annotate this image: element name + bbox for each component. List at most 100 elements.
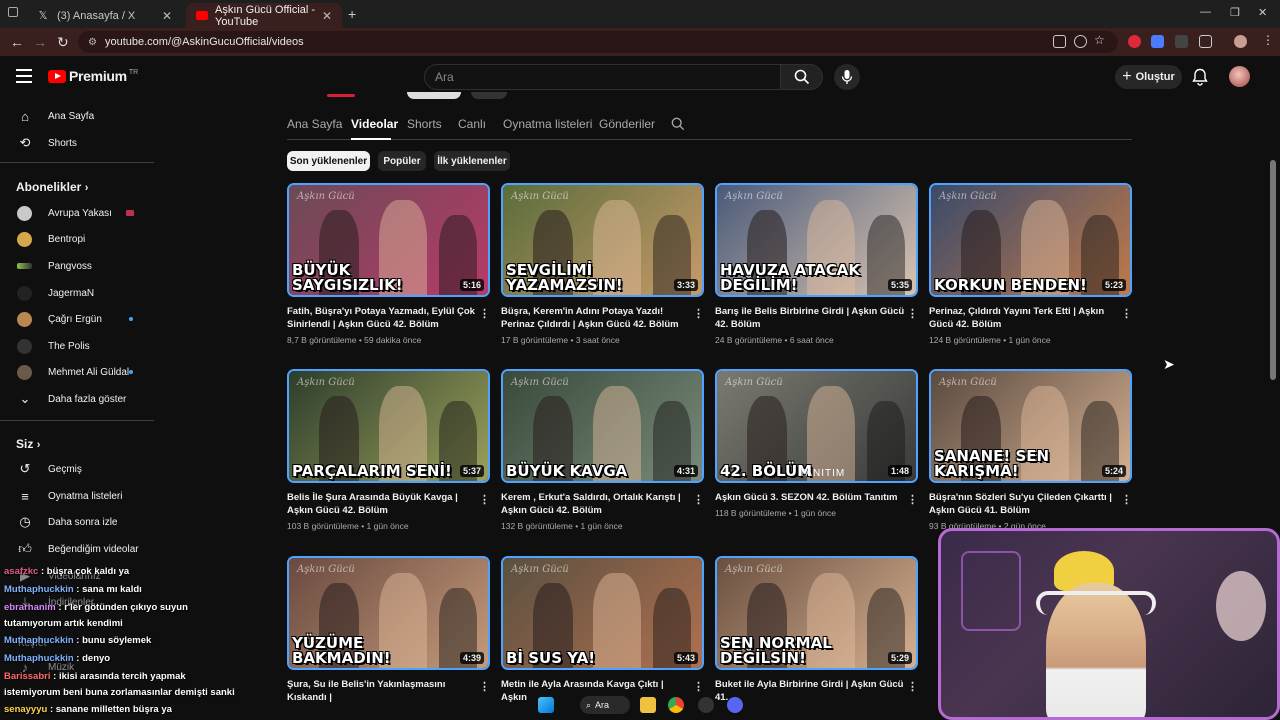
- reload-icon[interactable]: ↻: [57, 34, 69, 51]
- chip-latest[interactable]: Son yüklenenler: [287, 151, 370, 171]
- chip-oldest[interactable]: İlk yüklenenler: [434, 151, 510, 171]
- close-tab-icon[interactable]: ✕: [162, 9, 172, 23]
- video-thumbnail[interactable]: Aşkın Gücü PARÇALARIM SENİ! 5:37: [287, 369, 490, 483]
- video-card[interactable]: Aşkın Gücü BÜYÜK SAYGISIZLIK! 5:16 Fatih…: [287, 183, 490, 345]
- search-button[interactable]: [781, 64, 823, 90]
- video-title[interactable]: Büşra'nın Sözleri Su'yu Çileden Çıkarttı…: [929, 491, 1119, 517]
- hamburger-menu-icon[interactable]: [16, 69, 32, 83]
- more-options-icon[interactable]: ⋮: [479, 680, 490, 693]
- hide-icon[interactable]: [1074, 35, 1087, 48]
- more-options-icon[interactable]: ⋮: [907, 307, 918, 320]
- tab-live[interactable]: Canlı: [458, 117, 486, 131]
- extension-dark-icon[interactable]: [1175, 35, 1188, 48]
- video-card[interactable]: Aşkın Gücü Bİ SUS YA! 5:43 Metin ile Ayl…: [501, 556, 704, 708]
- video-title[interactable]: Büşra, Kerem'in Adını Potaya Yazdı! Peri…: [501, 305, 691, 331]
- video-thumbnail[interactable]: Aşkın Gücü SEVGİLİMİ YAZAMAZSIN! 3:33: [501, 183, 704, 297]
- file-explorer-icon[interactable]: [640, 697, 656, 713]
- video-thumbnail[interactable]: Aşkın Gücü YÜZÜME BAKMADIN! 4:39: [287, 556, 490, 670]
- video-title[interactable]: Perinaz, Çıldırdı Yayını Terk Etti | Aşk…: [929, 305, 1119, 331]
- tab-search-icon[interactable]: [8, 7, 18, 17]
- discord-icon[interactable]: [727, 697, 743, 713]
- video-thumbnail[interactable]: Aşkın Gücü Bİ SUS YA! 5:43: [501, 556, 704, 670]
- tab-shorts[interactable]: Shorts: [407, 117, 442, 131]
- more-options-icon[interactable]: ⋮: [693, 307, 704, 320]
- video-thumbnail[interactable]: Aşkın Gücü 42. BÖLÜM TANITIM 1:48: [715, 369, 918, 483]
- more-options-icon[interactable]: ⋮: [479, 493, 490, 506]
- profile-icon[interactable]: [1234, 35, 1247, 48]
- app-icon[interactable]: [698, 697, 714, 713]
- search-input[interactable]: Ara: [424, 64, 781, 90]
- extension-red-icon[interactable]: [1128, 35, 1141, 48]
- video-card[interactable]: Aşkın Gücü YÜZÜME BAKMADIN! 4:39 Şura, S…: [287, 556, 490, 708]
- youtube-premium-logo[interactable]: Premium TR: [48, 68, 138, 84]
- url-field[interactable]: ⚙ youtube.com/@AskinGucuOfficial/videos: [78, 31, 1118, 53]
- video-title[interactable]: Barış ile Belis Birbirine Girdi | Aşkın …: [715, 305, 905, 331]
- extension-blue-icon[interactable]: [1151, 35, 1164, 48]
- video-title[interactable]: Fatih, Büşra'yı Potaya Yazmadı, Eylül Ço…: [287, 305, 477, 331]
- video-card[interactable]: Aşkın Gücü KORKUN BENDEN! 5:23 Perinaz, …: [929, 183, 1132, 345]
- sidebar-item-home[interactable]: ⌂ Ana Sayfa: [0, 103, 154, 129]
- video-card[interactable]: Aşkın Gücü SANANE! SEN KARIŞMA! 5:24 Büş…: [929, 369, 1132, 531]
- video-card[interactable]: Aşkın Gücü HAVUZA ATACAK DEĞİLİM! 5:35 B…: [715, 183, 918, 345]
- tab-videos[interactable]: Videolar: [351, 117, 398, 131]
- more-options-icon[interactable]: ⋮: [907, 680, 918, 693]
- video-card[interactable]: Aşkın Gücü BÜYÜK KAVGA 4:31 Kerem , Erku…: [501, 369, 704, 531]
- video-thumbnail[interactable]: Aşkın Gücü SEN NORMAL DEĞİLSİN! 5:29: [715, 556, 918, 670]
- sidebar-channel[interactable]: Bentropi: [0, 226, 154, 252]
- sidebar-channel[interactable]: Pangvoss: [0, 253, 154, 279]
- video-card[interactable]: Aşkın Gücü SEVGİLİMİ YAZAMAZSIN! 3:33 Bü…: [501, 183, 704, 345]
- back-icon[interactable]: ←: [10, 34, 24, 50]
- more-options-icon[interactable]: ⋮: [693, 493, 704, 506]
- video-thumbnail[interactable]: Aşkın Gücü KORKUN BENDEN! 5:23: [929, 183, 1132, 297]
- subscriptions-heading[interactable]: Abonelikler ›: [16, 180, 88, 194]
- new-tab-icon[interactable]: +: [348, 6, 356, 22]
- video-title[interactable]: Aşkın Gücü 3. SEZON 42. Bölüm Tanıtım: [715, 491, 905, 504]
- tab-playlists[interactable]: Oynatma listeleri: [503, 117, 592, 131]
- video-card[interactable]: Aşkın Gücü PARÇALARIM SENİ! 5:37 Belis İ…: [287, 369, 490, 531]
- video-title[interactable]: Şura, Su ile Belis'in Yakınlaşmasını Kıs…: [287, 678, 477, 704]
- taskbar-search[interactable]: ⌕ Ara: [580, 696, 630, 714]
- sidebar-item-shorts[interactable]: ⟲ Shorts: [0, 130, 154, 156]
- video-title[interactable]: Kerem , Erkut'a Saldırdı, Ortalık Karışt…: [501, 491, 691, 517]
- close-tab-icon[interactable]: ✕: [322, 9, 332, 23]
- more-options-icon[interactable]: ⋮: [907, 493, 918, 506]
- chrome-icon[interactable]: [668, 697, 684, 713]
- minimize-icon[interactable]: —: [1200, 6, 1211, 18]
- bookmark-star-icon[interactable]: ☆: [1094, 33, 1105, 47]
- tab-posts[interactable]: Gönderiler: [599, 117, 655, 131]
- sidebar-item-playlists[interactable]: ≡ Oynatma listeleri: [0, 483, 154, 509]
- page-scrollbar[interactable]: [1270, 160, 1276, 380]
- create-button[interactable]: + Oluştur: [1115, 65, 1182, 89]
- voice-search-button[interactable]: [834, 64, 860, 90]
- show-more-button[interactable]: ⌄ Daha fazla göster: [0, 386, 154, 412]
- sidebar-channel[interactable]: Mehmet Ali Güldal: [0, 359, 154, 385]
- video-card[interactable]: Aşkın Gücü SEN NORMAL DEĞİLSİN! 5:29 Buk…: [715, 556, 918, 708]
- site-info-icon[interactable]: ⚙: [88, 37, 97, 48]
- restore-icon[interactable]: ❐: [1230, 6, 1240, 19]
- sidebar-channel[interactable]: Avrupa Yakası: [0, 200, 154, 226]
- cast-icon[interactable]: [1053, 35, 1066, 48]
- browser-tab-youtube[interactable]: Aşkın Gücü Official - YouTube ✕: [186, 3, 342, 28]
- notifications-bell-icon[interactable]: [1192, 68, 1208, 91]
- sidebar-item-history[interactable]: ↺ Geçmiş: [0, 456, 154, 482]
- sidebar-item-watch-later[interactable]: ◷ Daha sonra izle: [0, 509, 154, 535]
- extensions-icon[interactable]: [1199, 35, 1212, 48]
- more-options-icon[interactable]: ⋮: [1121, 307, 1132, 320]
- channel-search-icon[interactable]: [671, 117, 685, 131]
- account-avatar[interactable]: [1229, 66, 1250, 87]
- video-title[interactable]: Belis İle Şura Arasında Büyük Kavga | Aş…: [287, 491, 477, 517]
- sidebar-item-liked[interactable]: 👍︎ Beğendiğim videolar: [0, 536, 154, 562]
- sidebar-channel[interactable]: Çağrı Ergün: [0, 306, 154, 332]
- more-options-icon[interactable]: ⋮: [479, 307, 490, 320]
- forward-icon[interactable]: →: [33, 34, 47, 50]
- tab-home[interactable]: Ana Sayfa: [287, 117, 342, 131]
- you-heading[interactable]: Siz ›: [16, 437, 40, 451]
- sidebar-channel[interactable]: The Polis: [0, 333, 154, 359]
- video-thumbnail[interactable]: Aşkın Gücü BÜYÜK KAVGA 4:31: [501, 369, 704, 483]
- sidebar-channel[interactable]: JagermaN: [0, 280, 154, 306]
- video-thumbnail[interactable]: Aşkın Gücü HAVUZA ATACAK DEĞİLİM! 5:35: [715, 183, 918, 297]
- video-thumbnail[interactable]: Aşkın Gücü SANANE! SEN KARIŞMA! 5:24: [929, 369, 1132, 483]
- windows-start-icon[interactable]: [538, 697, 554, 713]
- browser-tab-x[interactable]: 𝕏 (3) Anasayfa / X ✕: [26, 3, 182, 28]
- browser-menu-icon[interactable]: ⋮: [1262, 33, 1274, 47]
